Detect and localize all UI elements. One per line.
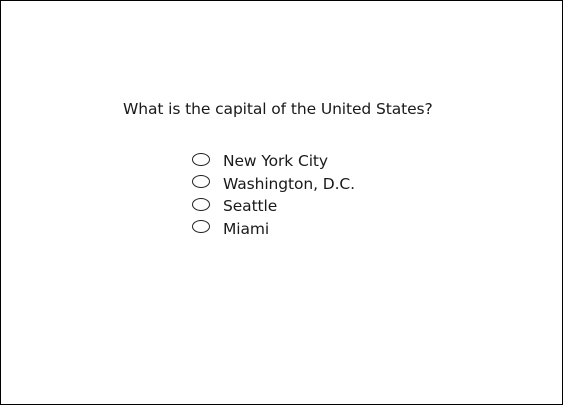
option-miami[interactable]: Miami bbox=[192, 218, 355, 241]
option-label: Seattle bbox=[223, 197, 278, 216]
radio-button[interactable] bbox=[192, 220, 210, 234]
question-text: What is the capital of the United States… bbox=[123, 100, 433, 118]
answer-options: New York City Washington, D.C. Seattle M… bbox=[192, 150, 355, 240]
option-label: New York City bbox=[223, 152, 328, 171]
option-label: Miami bbox=[223, 219, 270, 238]
option-label: Washington, D.C. bbox=[223, 174, 355, 193]
option-washington-dc[interactable]: Washington, D.C. bbox=[192, 173, 355, 196]
radio-button[interactable] bbox=[192, 175, 210, 189]
radio-button[interactable] bbox=[192, 197, 210, 211]
option-new-york-city[interactable]: New York City bbox=[192, 150, 355, 173]
quiz-panel: What is the capital of the United States… bbox=[0, 0, 563, 405]
option-seattle[interactable]: Seattle bbox=[192, 195, 355, 218]
radio-button[interactable] bbox=[192, 152, 210, 166]
